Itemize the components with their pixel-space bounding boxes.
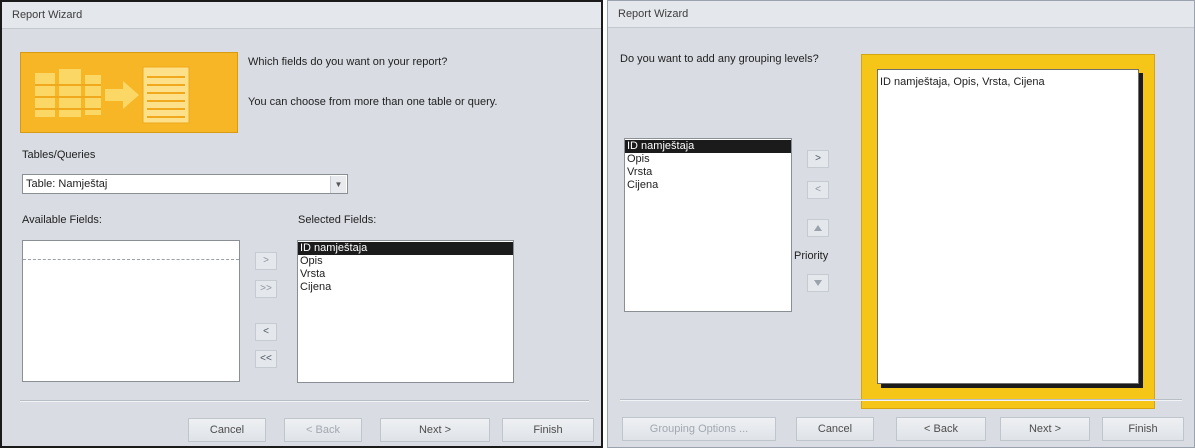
list-item[interactable]: Cijena <box>298 281 513 294</box>
available-fields-label: Available Fields: <box>22 214 102 226</box>
list-item[interactable]: ID namještaja <box>625 140 791 153</box>
grouping-fields-list[interactable]: ID namještaja Opis Vrsta Cijena <box>624 138 792 312</box>
divider <box>620 399 1182 401</box>
remove-all-fields-button[interactable]: << <box>255 350 277 368</box>
window-title: Report Wizard <box>12 9 83 21</box>
tables-queries-select[interactable]: Table: Namještaj ▼ <box>22 174 348 194</box>
list-item[interactable]: Vrsta <box>625 166 791 179</box>
wizard-question: Do you want to add any grouping levels? <box>620 53 819 65</box>
finish-button[interactable]: Finish <box>502 418 594 442</box>
down-arrow-icon[interactable] <box>807 274 829 292</box>
back-button[interactable]: < Back <box>284 418 362 442</box>
list-item[interactable]: Cijena <box>625 179 791 192</box>
add-field-button[interactable]: > <box>255 252 277 270</box>
available-fields-list[interactable] <box>22 240 240 382</box>
finish-button[interactable]: Finish <box>1102 417 1184 441</box>
list-item[interactable]: Vrsta <box>298 268 513 281</box>
report-wizard-dialog-grouping: Report Wizard Do you want to add any gro… <box>607 0 1195 448</box>
title-bar: Report Wizard <box>2 2 601 29</box>
fields-to-report-icon <box>20 52 238 133</box>
list-item[interactable]: Opis <box>625 153 791 166</box>
next-button[interactable]: Next > <box>380 418 490 442</box>
tables-queries-value: Table: Namještaj <box>26 178 108 190</box>
selected-fields-list[interactable]: ID namještaja Opis Vrsta Cijena <box>297 240 514 383</box>
priority-label: Priority <box>794 250 829 262</box>
add-grouping-button[interactable]: > <box>807 150 829 168</box>
grouping-options-button[interactable]: Grouping Options ... <box>622 417 776 441</box>
up-arrow-icon[interactable] <box>807 219 829 237</box>
add-all-fields-button[interactable]: >> <box>255 280 277 298</box>
grouping-preview: ID namještaja, Opis, Vrsta, Cijena <box>861 54 1155 409</box>
window-title: Report Wizard <box>618 8 689 20</box>
list-item[interactable]: Opis <box>298 255 513 268</box>
remove-grouping-button[interactable]: < <box>807 181 829 199</box>
remove-field-button[interactable]: < <box>255 323 277 341</box>
next-button[interactable]: Next > <box>1000 417 1090 441</box>
preview-fields-text: ID namještaja, Opis, Vrsta, Cijena <box>880 76 1045 88</box>
chevron-down-icon[interactable]: ▼ <box>330 176 346 193</box>
wizard-question: Which fields do you want on your report? <box>248 56 448 68</box>
list-item-empty <box>23 241 239 260</box>
report-wizard-dialog-fields: Report Wizard Which fields do you want o… <box>0 0 603 448</box>
wizard-hint: You can choose from more than one table … <box>248 96 498 108</box>
cancel-button[interactable]: Cancel <box>188 418 266 442</box>
selected-fields-label: Selected Fields: <box>298 214 377 226</box>
back-button[interactable]: < Back <box>896 417 986 441</box>
title-bar: Report Wizard <box>608 1 1194 28</box>
preview-page: ID namještaja, Opis, Vrsta, Cijena <box>877 69 1139 384</box>
divider <box>20 400 589 402</box>
cancel-button[interactable]: Cancel <box>796 417 874 441</box>
list-item[interactable]: ID namještaja <box>298 242 513 255</box>
tables-queries-label: Tables/Queries <box>22 149 96 161</box>
